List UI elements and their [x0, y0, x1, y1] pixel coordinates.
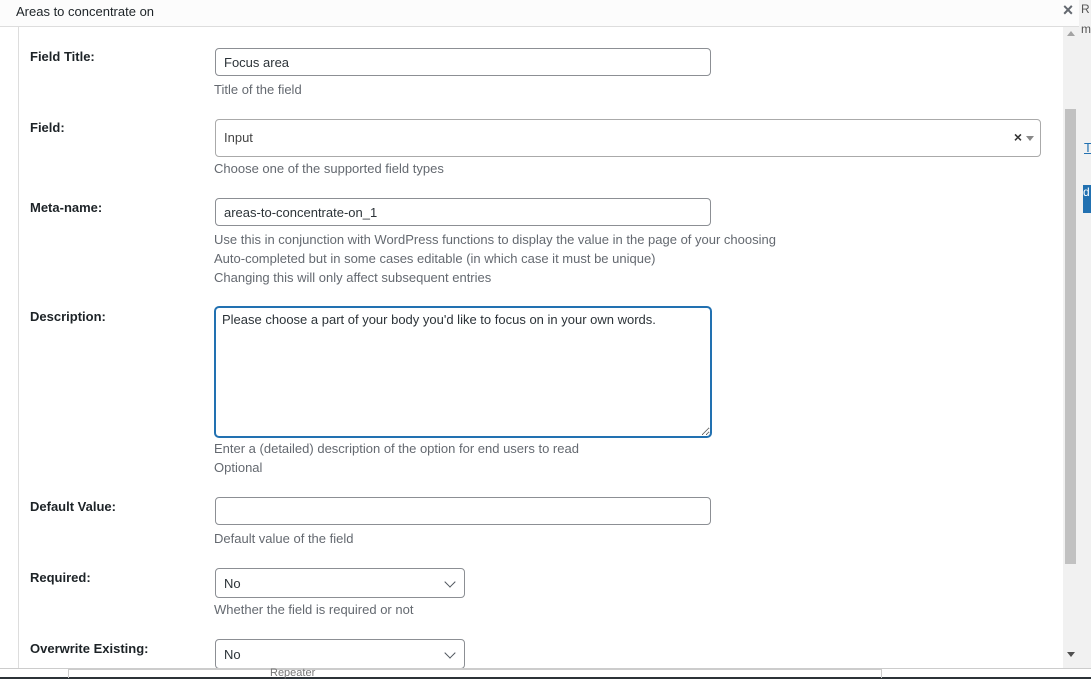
field-type-value: Input	[224, 130, 253, 145]
meta-name-help-1: Use this in conjunction with WordPress f…	[214, 232, 776, 247]
chevron-down-icon	[444, 647, 456, 659]
field-title-input[interactable]	[215, 48, 711, 76]
required-select[interactable]: No	[215, 568, 465, 598]
modal-header: Areas to concentrate on ×	[0, 0, 1079, 27]
scroll-up-icon[interactable]	[1067, 31, 1075, 36]
clear-icon[interactable]: ×	[1014, 129, 1022, 145]
meta-name-help-3: Changing this will only affect subsequen…	[214, 270, 492, 285]
description-textarea[interactable]: Please choose a part of your body you'd …	[215, 307, 711, 437]
default-value-input[interactable]	[215, 497, 711, 525]
overwrite-existing-select[interactable]: No	[215, 639, 465, 668]
field-type-select[interactable]: Input ×	[215, 119, 1041, 157]
description-help-2: Optional	[214, 460, 263, 475]
modal-scrollbar[interactable]	[1063, 27, 1079, 668]
background-select	[68, 669, 882, 678]
modal-title: Areas to concentrate on	[16, 4, 155, 19]
background-text: R	[1081, 2, 1090, 16]
field-title-label: Field Title:	[30, 49, 95, 64]
field-type-help: Choose one of the supported field types	[214, 161, 444, 176]
meta-name-help-2: Auto-completed but in some cases editabl…	[214, 251, 656, 266]
required-value: No	[224, 576, 241, 591]
background-text: m	[1081, 22, 1091, 36]
description-label: Description:	[30, 309, 106, 324]
field-settings-modal: Areas to concentrate on × Field Title: T…	[0, 0, 1079, 668]
meta-name-label: Meta-name:	[30, 200, 103, 215]
field-title-help: Title of the field	[214, 82, 302, 97]
default-value-help: Default value of the field	[214, 531, 354, 546]
overwrite-existing-label: Overwrite Existing:	[30, 641, 149, 656]
background-select-value: Repeater	[270, 667, 316, 679]
overwrite-existing-value: No	[224, 647, 241, 662]
background-admin-edge: R m T d	[1079, 0, 1091, 676]
field-type-label: Field:	[30, 120, 65, 135]
modal-content: Field Title: Title of the field Field: I…	[18, 27, 1054, 668]
scrollbar-thumb[interactable]	[1065, 109, 1076, 564]
default-value-label: Default Value:	[30, 499, 116, 514]
scroll-down-icon[interactable]	[1067, 652, 1075, 657]
description-help-1: Enter a (detailed) description of the op…	[214, 441, 579, 456]
background-button: d	[1083, 185, 1091, 213]
close-icon[interactable]: ×	[1059, 0, 1077, 22]
meta-name-input[interactable]	[215, 198, 711, 226]
chevron-down-icon	[444, 576, 456, 588]
required-help: Whether the field is required or not	[214, 602, 414, 617]
required-label: Required:	[30, 570, 91, 585]
chevron-down-icon[interactable]	[1026, 136, 1034, 141]
background-link: T	[1084, 140, 1091, 155]
